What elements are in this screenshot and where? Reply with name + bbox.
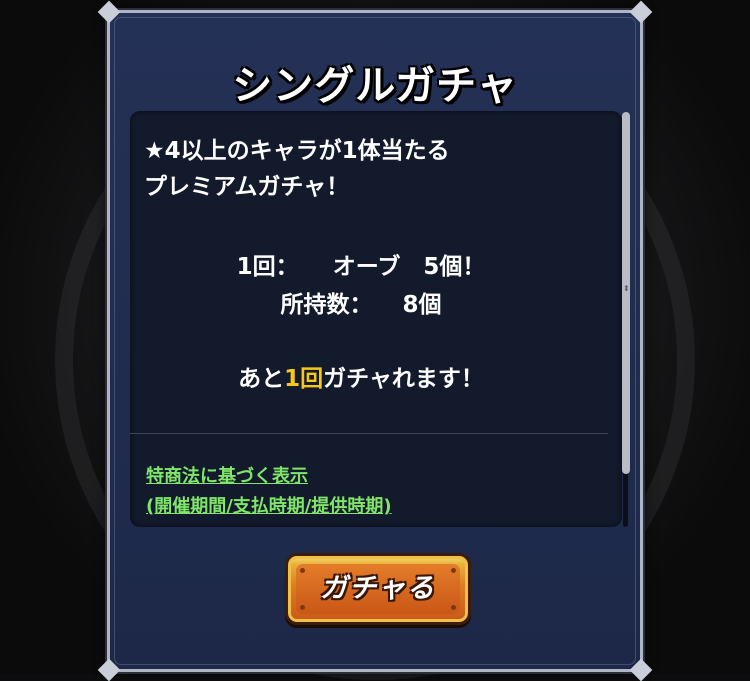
rivet-icon [300,605,305,610]
legal-notice-link[interactable]: 特商法に基づく表示 [146,462,308,488]
divider [130,433,608,434]
remaining-prefix: あと [238,366,285,392]
cost-line: 1回： オーブ 5個！ [130,247,592,281]
remaining-count: 1回 [284,366,324,392]
owned-value: 8個 [402,292,442,318]
rivet-icon [300,568,305,573]
grip-icon: ⬍ [623,284,630,293]
remaining-line: あと1回ガチャれます！ [130,359,592,393]
intro-line-2: プレミアムガチャ！ [144,174,350,200]
intro-line-1: ★4以上のキャラが1体当たる [144,138,450,164]
owned-label: 所持数： [280,292,373,318]
rivet-icon [451,568,456,573]
owned-line: 所持数： 8個 [130,285,592,319]
gacha-button-label: ガチャる [320,573,436,604]
dialog-title: シングルガチャ [232,63,518,109]
gacha-button[interactable]: ガチャる [285,553,471,625]
cost-label: 1回： [236,254,299,280]
description-scroll-area[interactable]: ★4以上のキャラが1体当たる プレミアムガチャ！ 1回： オーブ 5個！ 所持数… [130,111,622,527]
period-info-link[interactable]: (開催期間/支払時期/提供時期) [146,492,392,518]
rivet-icon [451,605,456,610]
single-gacha-dialog: シングルガチャ ★4以上のキャラが1体当たる プレミアムガチャ！ 1回： オーブ… [97,0,653,681]
intro-text: ★4以上のキャラが1体当たる プレミアムガチャ！ [144,133,450,205]
cost-value: オーブ 5個！ [332,254,486,280]
remaining-suffix: ガチャれます！ [323,366,484,392]
